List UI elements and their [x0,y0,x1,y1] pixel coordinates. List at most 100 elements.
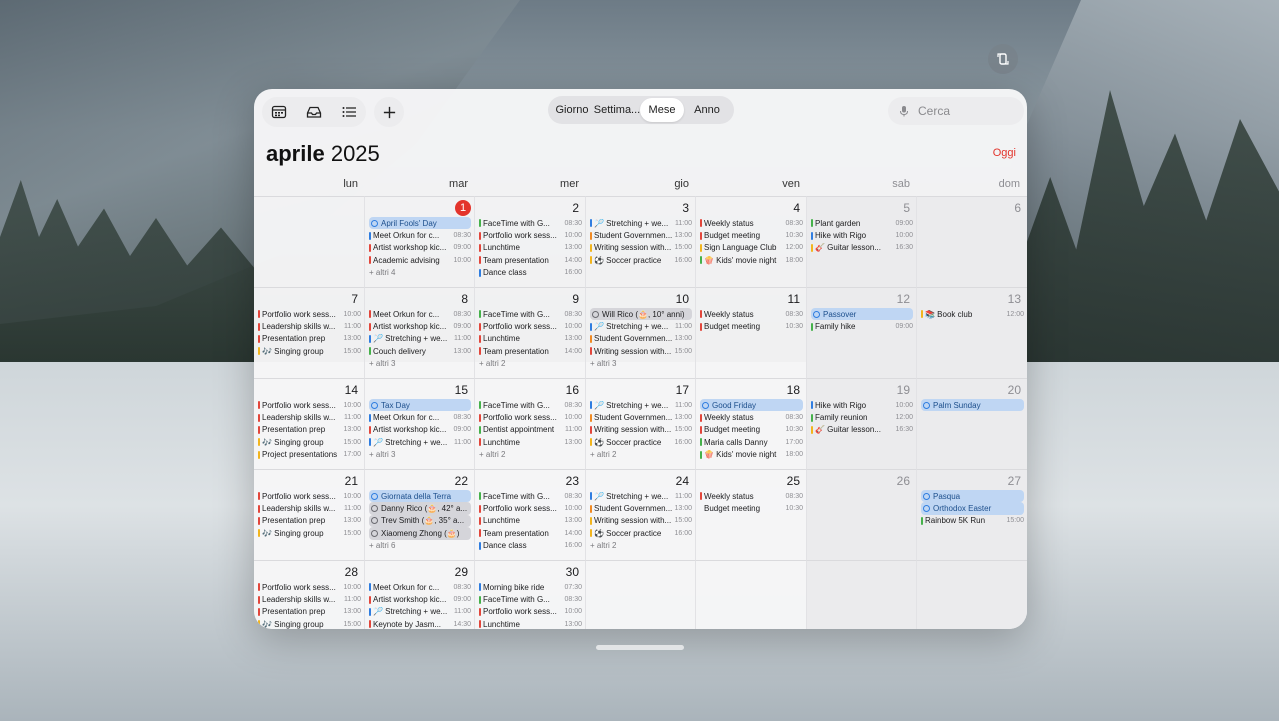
calendar-icon[interactable] [264,99,294,125]
event-item[interactable]: ⚽ Soccer practice 16:00 [590,254,692,266]
event-item[interactable]: 🏸 Stretching + we... 11:00 [369,436,471,448]
event-item[interactable]: Team presentation 14:00 [479,527,582,539]
day-cell-3[interactable]: 3 🏸 Stretching + we... 11:00 Student Govern… [586,196,696,287]
event-item[interactable]: Portfolio work sess... 10:00 [479,502,582,514]
event-item[interactable]: 🏸 Stretching + we... 11:00 [369,606,471,618]
more-events-link[interactable]: + altri 2 [479,449,582,461]
event-item[interactable]: Dance class 16:00 [479,540,582,552]
day-cell-10[interactable]: 10 Will Rico (🎂, 10° anni) 🏸 Stretching + … [586,287,696,378]
event-item[interactable]: Lunchtime 13:00 [479,436,582,448]
event-item[interactable]: ⚽ Soccer practice 16:00 [590,436,692,448]
more-events-link[interactable]: + altri 2 [590,540,692,552]
more-events-link[interactable]: + altri 2 [479,358,582,370]
event-item[interactable]: Student Governmen... 13:00 [590,411,692,423]
event-item[interactable]: 🎶 Singing group 15:00 [258,436,361,448]
event-item[interactable]: Dentist appointment 11:00 [479,424,582,436]
event-item[interactable]: Couch delivery 13:00 [369,345,471,357]
window-grab-bar[interactable] [596,645,684,650]
event-item[interactable]: FaceTime with G... 08:30 [479,593,582,605]
day-cell-23[interactable]: 23 FaceTime with G... 08:30 Portfolio work … [475,469,586,560]
event-item[interactable]: Student Governmen... 13:00 [590,502,692,514]
event-item[interactable]: Writing session with... 15:00 [590,242,692,254]
inbox-icon[interactable] [299,99,329,125]
event-item[interactable]: ⚽ Soccer practice 16:00 [590,527,692,539]
event-item[interactable]: Artist workshop kic... 09:00 [369,242,471,254]
day-cell-27[interactable]: 27 Pasqua Orthodox Easter Rainbow 5K Run 15:… [917,469,1027,560]
event-item[interactable]: Portfolio work sess... 10:00 [258,399,361,411]
event-item[interactable]: Portfolio work sess... 10:00 [258,581,361,593]
view-year-tab[interactable]: Anno [684,98,730,122]
more-events-link[interactable]: + altri 3 [590,358,692,370]
birthday-event[interactable]: Trev Smith (🎂, 35° a... [369,514,471,528]
day-cell-26[interactable]: 26 [807,469,917,560]
day-cell-13[interactable]: 13 📚 Book club 12:00 [917,287,1027,378]
day-cell[interactable] [586,560,696,629]
search-field[interactable]: Cerca [888,97,1024,125]
event-item[interactable]: Sign Language Club 12:00 [700,242,803,254]
day-cell-19[interactable]: 19 Hike with Rigo 10:00 Family reunion 12:00… [807,378,917,469]
day-cell[interactable] [696,560,807,629]
event-item[interactable]: 🍿 Kids' movie night 18:00 [700,254,803,266]
event-item[interactable]: Budget meeting 10:30 [700,320,803,332]
event-item[interactable]: Writing session with... 15:00 [590,424,692,436]
event-item[interactable]: 🎶 Singing group 15:00 [258,345,361,357]
day-cell-14[interactable]: 14 Portfolio work sess... 10:00 Leadership … [254,378,365,469]
event-item[interactable]: 📚 Book club 12:00 [921,308,1024,320]
event-item[interactable]: Hike with Rigo 10:00 [811,399,913,411]
event-item[interactable]: Keynote by Jasm... 14:30 [369,618,471,629]
event-item[interactable]: Budget meeting 10:30 [700,229,803,241]
event-item[interactable]: Portfolio work sess... 10:00 [258,490,361,502]
event-item[interactable]: Dance class 16:00 [479,267,582,279]
day-cell-28[interactable]: 28 Portfolio work sess... 10:00 Leadership … [254,560,365,629]
event-item[interactable]: Presentation prep 13:00 [258,424,361,436]
add-event-button[interactable] [374,97,404,127]
event-item[interactable]: Weekly status 08:30 [700,217,803,229]
event-item[interactable]: Meet Orkun for c... 08:30 [369,581,471,593]
day-cell-6[interactable]: 6 [917,196,1027,287]
event-item[interactable]: Lunchtime 13:00 [479,515,582,527]
more-events-link[interactable]: + altri 3 [369,358,471,370]
day-cell-8[interactable]: 8 Meet Orkun for c... 08:30 Artist workshop… [365,287,475,378]
day-cell[interactable] [807,560,917,629]
day-cell-5[interactable]: 5 Plant garden 09:00 Hike with Rigo 10:00 🎸 G… [807,196,917,287]
event-item[interactable]: 🍿 Kids' movie night 18:00 [700,449,803,461]
event-item[interactable]: 🏸 Stretching + we... 11:00 [590,320,692,332]
event-item[interactable]: 🏸 Stretching + we... 11:00 [590,217,692,229]
event-item[interactable]: 🎶 Singing group 15:00 [258,618,361,629]
day-cell-11[interactable]: 11 Weekly status 08:30 Budget meeting 10:30 [696,287,807,378]
day-cell-15[interactable]: 15 Tax Day Meet Orkun for c... 08:30 Artist … [365,378,475,469]
more-events-link[interactable]: + altri 2 [590,449,692,461]
event-item[interactable]: Writing session with... 15:00 [590,345,692,357]
day-cell-20[interactable]: 20 Palm Sunday [917,378,1027,469]
rotate-window-button[interactable] [988,44,1018,74]
more-events-link[interactable]: + altri 3 [369,449,471,461]
day-cell-16[interactable]: 16 FaceTime with G... 08:30 Portfolio work … [475,378,586,469]
view-day-tab[interactable]: Giorno [550,98,594,122]
view-month-tab[interactable]: Mese [640,98,684,122]
event-item[interactable]: FaceTime with G... 08:30 [479,490,582,502]
event-item[interactable]: Leadership skills w... 11:00 [258,411,361,423]
event-item[interactable]: Student Governmen... 13:00 [590,333,692,345]
event-item[interactable]: Student Governmen... 13:00 [590,229,692,241]
birthday-event[interactable]: Danny Rico (🎂, 42° a... [369,502,471,515]
event-item[interactable]: Presentation prep 13:00 [258,606,361,618]
event-item[interactable]: Writing session with... 15:00 [590,515,692,527]
event-item[interactable]: Presentation prep 13:00 [258,333,361,345]
all-day-event[interactable]: Pasqua [921,490,1024,503]
event-item[interactable]: 🎸 Guitar lesson... 16:30 [811,242,913,254]
event-item[interactable]: Meet Orkun for c... 08:30 [369,229,471,241]
event-item[interactable]: FaceTime with G... 08:30 [479,399,582,411]
all-day-event[interactable]: Tax Day [369,399,471,412]
event-item[interactable]: 🎶 Singing group 15:00 [258,527,361,539]
today-button[interactable]: Oggi [993,147,1016,159]
more-events-link[interactable]: + altri 4 [369,267,471,279]
event-item[interactable]: Plant garden 09:00 [811,217,913,229]
more-events-link[interactable]: + altri 6 [369,540,471,552]
day-cell-25[interactable]: 25 Weekly status 08:30 Budget meeting 10:30 [696,469,807,560]
event-item[interactable]: Maria calls Danny 17:00 [700,436,803,448]
event-item[interactable]: 🏸 Stretching + we... 11:00 [369,333,471,345]
day-cell-17[interactable]: 17 🏸 Stretching + we... 11:00 Student Gover… [586,378,696,469]
day-cell-21[interactable]: 21 Portfolio work sess... 10:00 Leadership … [254,469,365,560]
birthday-event[interactable]: Will Rico (🎂, 10° anni) [590,308,692,321]
day-cell-4[interactable]: 4 Weekly status 08:30 Budget meeting 10:30 Si… [696,196,807,287]
